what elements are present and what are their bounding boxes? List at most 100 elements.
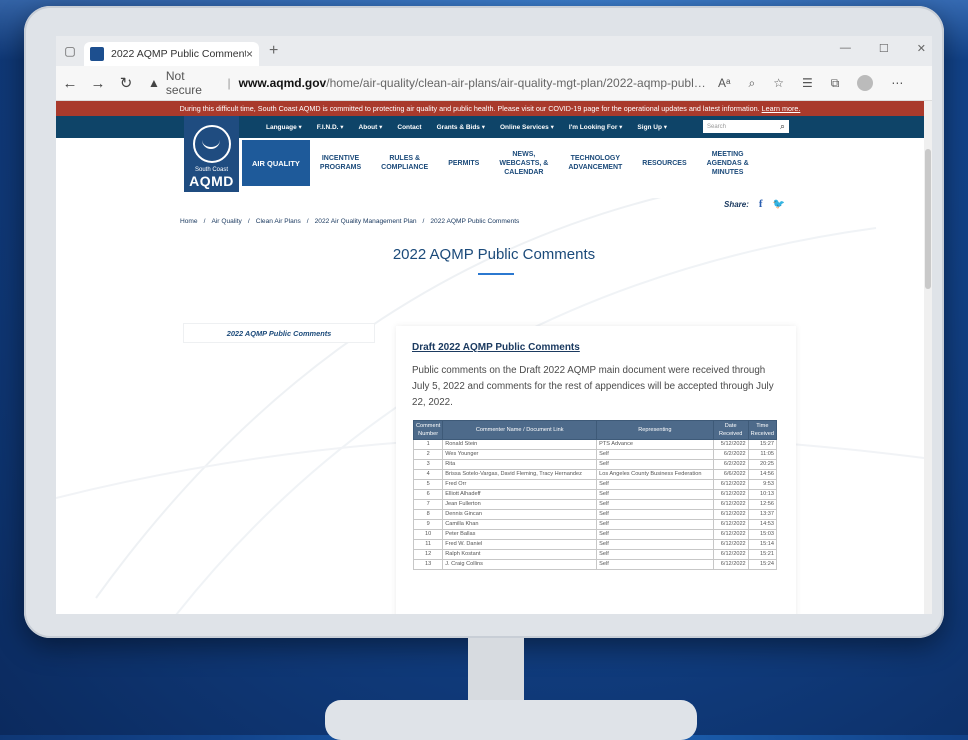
maximize-icon[interactable]: ☐ [879, 42, 889, 55]
cell-representing: Self [596, 499, 714, 510]
notice-text: During this difficult time, South Coast … [179, 104, 760, 113]
cell-commenter-name[interactable]: J. Craig Collins [442, 559, 598, 570]
tab-actions-icon[interactable]: ▢ [56, 36, 84, 66]
breadcrumb-home[interactable]: Home [180, 218, 198, 225]
nav-permits[interactable]: PERMITS [438, 159, 489, 168]
tab-close-icon[interactable]: × [246, 47, 253, 61]
cell-representing: Los Angeles County Business Federation [596, 469, 714, 480]
util-grants-bids[interactable]: Grants & Bids ▾ [437, 123, 485, 131]
util-sign-up[interactable]: Sign Up ▾ [637, 123, 667, 131]
sidebar-link-public-comments[interactable]: 2022 AQMP Public Comments [184, 324, 374, 342]
favorites-list-icon[interactable]: ☰ [802, 76, 813, 90]
util-contact[interactable]: Contact [397, 124, 421, 131]
collections-icon[interactable]: ⧉ [831, 76, 840, 91]
util-language[interactable]: Language ▾ [266, 123, 302, 131]
read-aloud-icon[interactable]: Aᵃ [718, 76, 730, 90]
comments-table-body: 1 Ronald Stein PTS Advance 5/12/2022 15:27 2 W… [412, 439, 778, 570]
site-search-input[interactable]: Search ⌕ [703, 120, 789, 133]
cell-date-received: 6/12/2022 [712, 479, 749, 490]
table-row: 1 Ronald Stein PTS Advance 5/12/2022 15:27 [412, 439, 778, 450]
cell-time-received: 13:37 [747, 509, 778, 520]
content-card: Draft 2022 AQMP Public Comments Public c… [396, 326, 796, 614]
nav-news-webcasts[interactable]: NEWS, WEBCASTS, & CALENDAR [489, 150, 558, 177]
cell-commenter-name[interactable]: Rita [442, 459, 598, 470]
table-row: 11 Fred W. Daniel Self 6/12/2022 15:14 [412, 539, 778, 550]
cell-representing: Self [596, 549, 714, 560]
table-row: 5 Fred Orr Self 6/12/2022 9:53 [412, 479, 778, 490]
close-icon[interactable]: ✕ [917, 42, 926, 55]
cell-commenter-name[interactable]: Brissa Sotelo-Vargas, David Fleming, Tra… [442, 469, 598, 480]
browser-tab[interactable]: 2022 AQMP Public Comments × [84, 42, 259, 66]
logo-line2: AQMD [189, 173, 234, 189]
back-icon[interactable]: ← [56, 75, 84, 92]
cell-commenter-name[interactable]: Fred W. Daniel [442, 539, 598, 550]
table-row: 7 Jean Fullerton Self 6/12/2022 12:56 [412, 499, 778, 510]
table-row: 12 Ralph Kostant Self 6/12/2022 15:21 [412, 549, 778, 560]
cell-date-received: 6/12/2022 [712, 509, 749, 520]
cell-commenter-name[interactable]: Ronald Stein [442, 439, 598, 450]
cell-date-received: 5/12/2022 [712, 439, 749, 450]
util-looking-for[interactable]: I'm Looking For ▾ [569, 123, 623, 131]
content-heading: Draft 2022 AQMP Public Comments [412, 342, 580, 353]
cell-comment-number: 3 [412, 459, 444, 470]
logo-mark-icon [192, 125, 231, 163]
cell-commenter-name[interactable]: Camilla Khan [442, 519, 598, 530]
aqmd-logo[interactable]: South Coast AQMD [184, 116, 239, 192]
cell-commenter-name[interactable]: Ralph Kostant [442, 549, 598, 560]
cell-representing: Self [596, 559, 714, 570]
facebook-icon[interactable]: f [759, 198, 763, 210]
nav-meeting-agendas[interactable]: MEETING AGENDAS & MINUTES [697, 150, 759, 177]
cell-time-received: 15:27 [747, 439, 778, 450]
cell-commenter-name[interactable]: Fred Orr [442, 479, 598, 490]
refresh-icon[interactable]: ↻ [112, 74, 140, 92]
favorite-icon[interactable]: ☆ [773, 76, 784, 90]
cell-commenter-name[interactable]: Elliott Alhadeff [442, 489, 598, 500]
cell-commenter-name[interactable]: Jean Fullerton [442, 499, 598, 510]
share-bar: Share: f 🐦 [724, 198, 785, 210]
scrollbar-thumb[interactable] [925, 149, 931, 289]
not-secure-label: Not secure [165, 69, 202, 97]
nav-incentive-programs[interactable]: INCENTIVE PROGRAMS [310, 154, 371, 172]
header-representing: Representing [596, 420, 714, 440]
twitter-icon[interactable]: 🐦 [773, 199, 785, 210]
util-online-services[interactable]: Online Services ▾ [500, 123, 554, 131]
cell-time-received: 14:56 [747, 469, 778, 480]
share-label: Share: [724, 199, 749, 209]
breadcrumb-clean-air-plans[interactable]: Clean Air Plans [256, 218, 301, 225]
cell-commenter-name[interactable]: Dennis Gincan [442, 509, 598, 520]
search-icon[interactable]: ⌕ [780, 121, 785, 132]
profile-avatar[interactable] [857, 75, 874, 91]
aqmd-favicon-icon [90, 47, 104, 61]
table-row: 9 Camilla Khan Self 6/12/2022 14:53 [412, 519, 778, 530]
cell-date-received: 6/12/2022 [712, 499, 749, 510]
cell-comment-number: 11 [412, 539, 444, 550]
cell-representing: Self [596, 449, 714, 460]
cell-commenter-name[interactable]: Wes Younger [442, 449, 598, 460]
breadcrumb-air-quality[interactable]: Air Quality [211, 218, 241, 225]
cell-date-received: 6/12/2022 [712, 559, 749, 570]
new-tab-button[interactable]: + [269, 42, 278, 60]
table-row: 10 Peter Ballas Self 6/12/2022 15:03 [412, 529, 778, 540]
cell-comment-number: 5 [412, 479, 444, 490]
table-row: 8 Dennis Gincan Self 6/12/2022 13:37 [412, 509, 778, 520]
forward-icon[interactable]: → [84, 75, 112, 92]
url-field[interactable]: ▲ Not secure | www.aqmd.gov /home/air-qu… [148, 69, 708, 97]
table-row: 2 Wes Younger Self 6/2/2022 11:05 [412, 449, 778, 460]
cell-time-received: 10:13 [747, 489, 778, 500]
breadcrumb-current: 2022 AQMP Public Comments [430, 218, 520, 225]
nav-technology[interactable]: TECHNOLOGY ADVANCEMENT [558, 154, 632, 172]
nav-resources[interactable]: RESOURCES [632, 159, 696, 168]
nav-rules-compliance[interactable]: RULES & COMPLIANCE [371, 154, 438, 172]
cell-comment-number: 7 [412, 499, 444, 510]
cell-commenter-name[interactable]: Peter Ballas [442, 529, 598, 540]
util-find[interactable]: F.I.N.D. ▾ [317, 123, 344, 131]
minimize-icon[interactable]: — [840, 42, 851, 55]
learn-more-link[interactable]: Learn more. [762, 104, 801, 113]
nav-air-quality[interactable]: AIR QUALITY [242, 140, 310, 186]
cell-comment-number: 4 [412, 469, 444, 480]
zoom-icon[interactable]: ⌕ [748, 76, 755, 91]
breadcrumb-aqmp[interactable]: 2022 Air Quality Management Plan [315, 218, 417, 225]
more-icon[interactable]: ⋯ [891, 76, 903, 90]
util-about[interactable]: About ▾ [359, 123, 383, 131]
page-scrollbar[interactable] [924, 101, 932, 614]
